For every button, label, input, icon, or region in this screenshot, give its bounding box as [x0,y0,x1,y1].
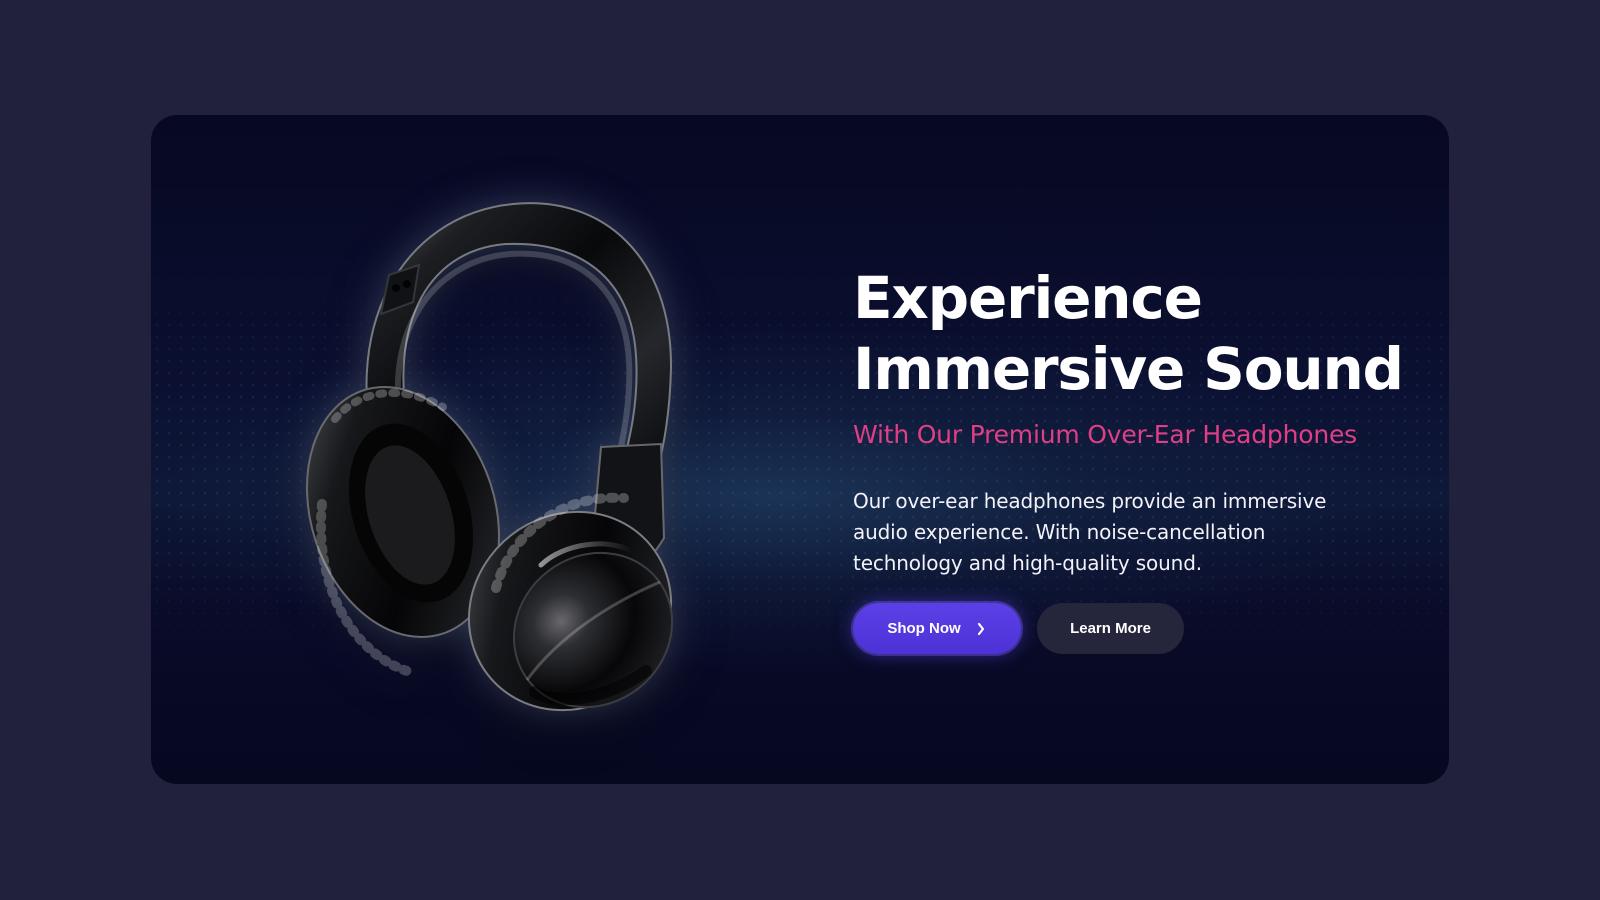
hero-content: Experience Immersive Sound With Our Prem… [853,263,1413,654]
hero-title-line-2: Immersive Sound [853,335,1404,403]
chevron-right-icon [975,622,987,636]
hero-title: Experience Immersive Sound [853,263,1413,405]
hero-description: Our over-ear headphones provide an immer… [853,489,1327,575]
shop-now-button-label: Shop Now [887,620,961,637]
learn-more-button-label: Learn More [1070,620,1151,637]
learn-more-button[interactable]: Learn More [1037,603,1184,654]
hero-subtitle: With Our Premium Over-Ear Headphones [853,420,1357,449]
hero-title-line-1: Experience [853,264,1203,332]
headphones-image [305,202,674,712]
shop-now-button[interactable]: Shop Now [853,603,1021,654]
hero-card: Experience Immersive Sound With Our Prem… [151,115,1449,784]
hero-actions: Shop Now Learn More [853,603,1413,654]
